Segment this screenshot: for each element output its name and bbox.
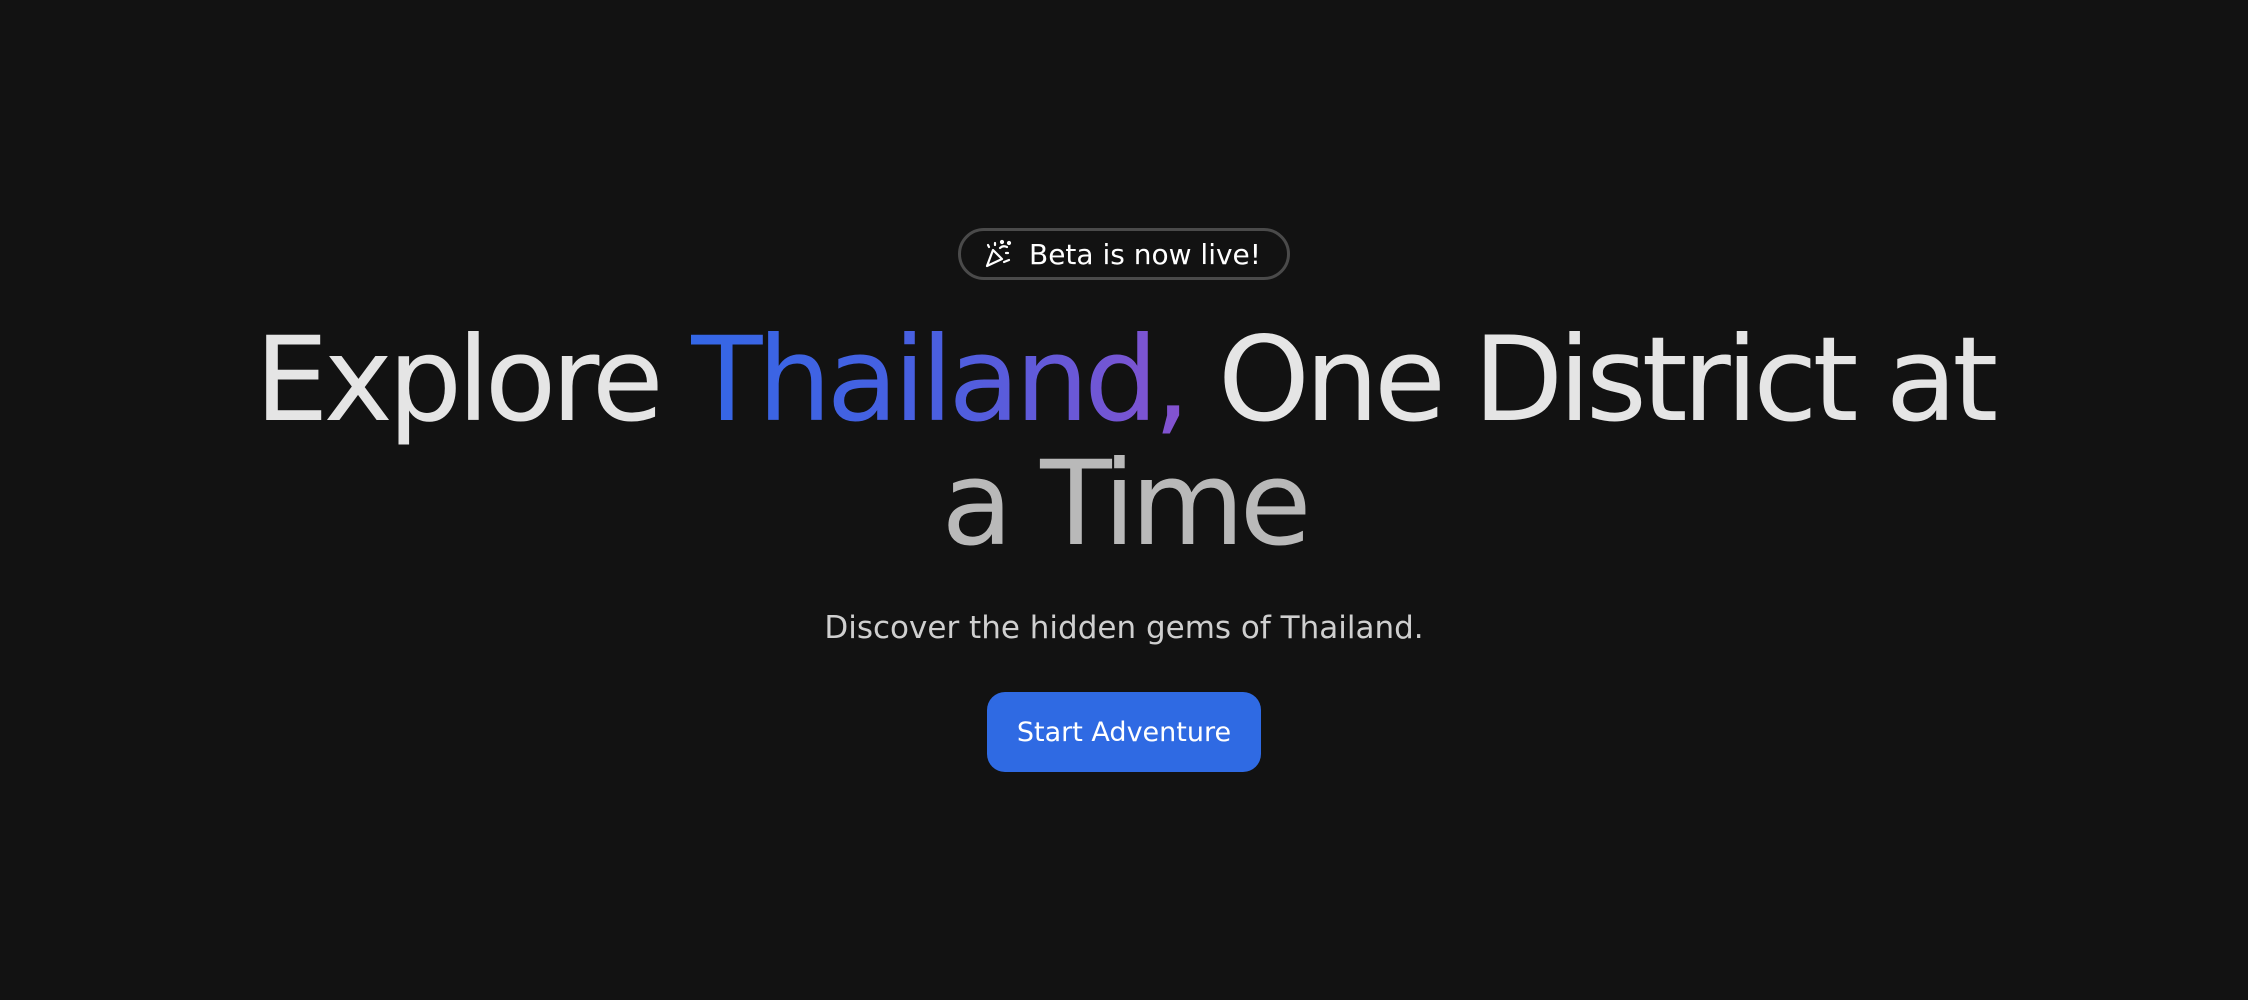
party-popper-icon [981,237,1015,271]
headline-text-before: Explore [254,311,691,448]
start-adventure-button[interactable]: Start Adventure [987,692,1261,772]
beta-badge: Beta is now live! [958,228,1290,280]
hero-section: Beta is now live! Explore Thailand, One … [0,0,2248,1000]
page-title: Explore Thailand, One District at a Time [0,318,2248,566]
hero-subtitle: Discover the hidden gems of Thailand. [824,610,1424,646]
headline-accent: Thailand, [690,311,1191,448]
beta-badge-label: Beta is now live! [1029,237,1261,271]
headline-text-after: One District at [1185,311,1998,448]
headline-line-2: a Time [941,435,1311,572]
headline-line-1: Explore Thailand, One District at [0,318,2248,442]
